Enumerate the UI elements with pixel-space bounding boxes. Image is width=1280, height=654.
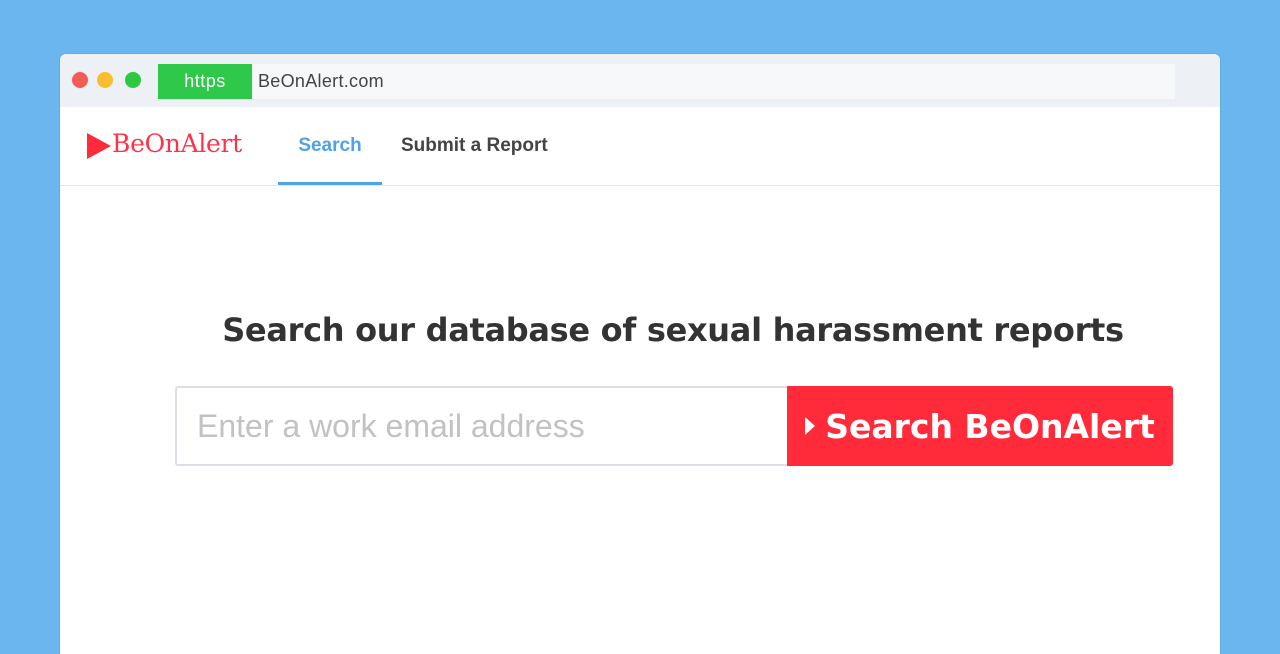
tab-search-label: Search: [298, 135, 362, 156]
email-search-input[interactable]: [175, 386, 787, 466]
maximize-window-button[interactable]: [125, 72, 141, 88]
active-tab-indicator: [278, 182, 382, 185]
address-bar[interactable]: https BeOnAlert.com: [158, 64, 1175, 99]
browser-window: https BeOnAlert.com BeOnAlert Search Sub…: [60, 54, 1220, 654]
tab-search[interactable]: Search: [278, 107, 382, 185]
play-triangle-icon: [87, 133, 111, 159]
url-text[interactable]: BeOnAlert.com: [258, 64, 384, 99]
search-button[interactable]: Search BeOnAlert: [787, 386, 1173, 466]
minimize-window-button[interactable]: [97, 72, 113, 88]
logo-text: BeOnAlert: [112, 129, 242, 158]
search-form: Search BeOnAlert: [175, 386, 1173, 466]
tab-submit-report-label: Submit a Report: [401, 135, 548, 156]
caret-right-icon: [805, 416, 816, 435]
search-button-label: Search BeOnAlert: [825, 406, 1155, 446]
https-badge: https: [158, 64, 252, 99]
tab-submit-report[interactable]: Submit a Report: [401, 107, 548, 185]
page-headline: Search our database of sexual harassment…: [222, 311, 1124, 349]
browser-titlebar: https BeOnAlert.com: [60, 54, 1220, 107]
site-navbar: BeOnAlert Search Submit a Report: [60, 107, 1220, 186]
close-window-button[interactable]: [72, 72, 88, 88]
